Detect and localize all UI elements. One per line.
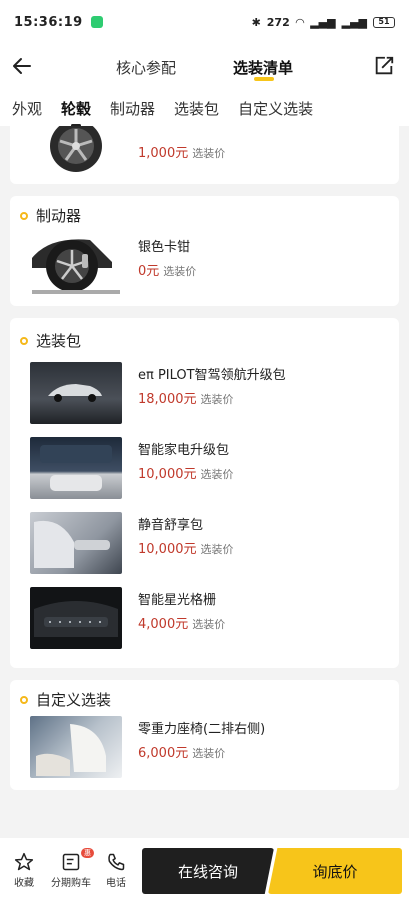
bottom-action-bar: 收藏 惠 分期购车 电话 在线咨询 询底价 [0,838,409,900]
item-name: 智能星光格栅 [138,593,217,608]
item-price: 10,000元 选装价 [138,467,234,482]
section-title: 制动器 [20,205,81,226]
battery-icon: 51 [373,16,395,28]
section-dot-icon [20,695,28,704]
list-item[interactable]: 智能星光格栅 4,000元 选装价 [20,587,390,651]
bluetooth-icon: ✱ [251,15,261,29]
star-icon [14,852,34,871]
online-consult-button[interactable]: 在线咨询 [142,848,274,894]
item-name: 静音舒享包 [138,518,204,533]
call-icon [90,16,103,28]
item-price: 18,000元 选装价 [138,392,234,407]
share-edit-icon[interactable] [373,55,395,77]
installment-button[interactable]: 惠 分期购车 [46,848,96,889]
brakes-card: 制动器 银色卡钳 0元 选装价 [10,196,399,306]
phone-button[interactable]: 电话 [94,852,138,889]
tab-core-params[interactable]: 核心参配 [116,57,176,78]
document-icon [62,853,80,871]
item-name: 零重力座椅(二排右侧) [138,722,266,737]
top-navigation: 核心参配 选装清单 [0,44,409,90]
list-item[interactable]: eπ PILOT智驾领航升级包 18,000元 选装价 [20,362,390,426]
phone-icon [108,853,125,871]
list-item[interactable]: 银色卡钳 0元 选装价 [20,234,390,298]
status-icons: ✱ 272 ◠ ▂▄▆ ▂▄▆ 51 [252,16,395,29]
subtab-wheels[interactable]: 轮毂 [61,98,91,127]
subtab-exterior[interactable]: 外观 [12,98,42,119]
ask-price-button[interactable]: 询底价 [268,848,402,894]
item-price: 1,000元 选装价 [138,146,226,161]
promo-badge: 惠 [81,848,94,858]
back-arrow-icon[interactable] [10,54,34,78]
quiet-comfort-package-image [30,512,122,574]
section-dot-icon [20,336,28,345]
section-title: 选装包 [20,330,81,351]
item-price: 10,000元 选装价 [138,542,234,557]
tab-options-list[interactable]: 选装清单 [233,57,293,78]
smart-appliance-package-image [30,437,122,499]
wifi-icon: ◠ [295,15,305,29]
signal-icon-2: ▂▄▆ [341,15,367,29]
list-item[interactable]: 零重力座椅(二排右侧) 6,000元 选装价 [20,716,390,780]
starlight-grille-image [30,587,122,649]
item-name: 银色卡钳 [138,240,191,255]
network-speed: 272 [266,15,290,29]
item-name: eπ PILOT智驾领航升级包 [138,368,286,383]
zero-gravity-seat-image [30,716,122,778]
status-time: 15:36:19 [14,14,83,30]
item-name: 智能家电升级包 [138,443,230,458]
options-list[interactable]: 1,000元 选装价 制动器 银色卡钳 0元 选装价 选装包 eπ PILOT智… [0,126,409,818]
item-price: 0元 选装价 [138,264,197,279]
active-tab-indicator [254,77,274,81]
section-title: 自定义选装 [20,689,111,710]
category-tabs: 外观 轮毂 制动器 选装包 自定义选装 [0,90,409,127]
custom-options-card: 自定义选装 零重力座椅(二排右侧) 6,000元 选装价 [10,680,399,790]
pilot-package-image [30,362,122,424]
packages-card: 选装包 eπ PILOT智驾领航升级包 18,000元 选装价 智能家电升级包 … [10,318,399,668]
subtab-custom[interactable]: 自定义选装 [238,98,313,119]
wheels-card: 1,000元 选装价 [10,126,399,184]
subtab-brakes[interactable]: 制动器 [110,98,155,119]
wheel-image [30,126,122,184]
item-price: 4,000元 选装价 [138,617,226,632]
signal-icon: ▂▄▆ [310,15,336,29]
list-item[interactable]: 智能家电升级包 10,000元 选装价 [20,437,390,501]
section-dot-icon [20,211,28,220]
item-price: 6,000元 选装价 [138,746,226,761]
favorite-button[interactable]: 收藏 [2,852,46,889]
list-item[interactable]: 1,000元 选装价 [20,126,390,186]
list-item[interactable]: 静音舒享包 10,000元 选装价 [20,512,390,576]
brake-caliper-image [30,234,122,296]
status-bar: 15:36:19 ✱ 272 ◠ ▂▄▆ ▂▄▆ 51 [0,0,409,44]
subtab-packages[interactable]: 选装包 [174,98,219,119]
